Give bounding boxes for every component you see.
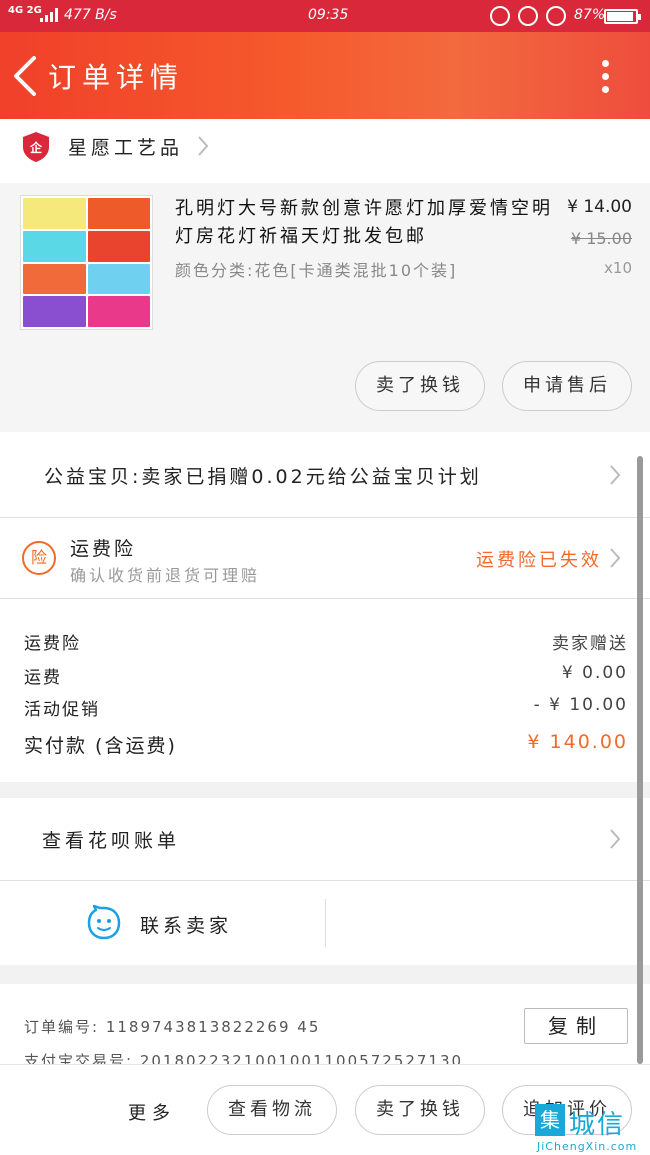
alipay-trade-number: 支付宝交易号: 2018022321001001100572527130: [24, 1052, 464, 1064]
battery-icon: [604, 9, 641, 24]
after-sale-button[interactable]: 申请售后: [502, 361, 632, 411]
insurance-icon: 险: [22, 541, 56, 575]
insurance-status: 运费险已失效: [476, 550, 602, 571]
chevron-right-icon: [610, 829, 621, 849]
watermark-chars: 城信: [569, 1110, 626, 1140]
fee-label: 运费: [24, 668, 62, 688]
shop-name: 星愿工艺品: [68, 137, 184, 159]
huabei-bill-row[interactable]: 查看花呗账单: [0, 798, 650, 880]
charity-text: 公益宝贝:卖家已捐赠0.02元给公益宝贝计划: [44, 466, 482, 488]
insurance-title: 运费险: [70, 538, 137, 560]
product-spec: 颜色分类:花色[卡通类混批10个装]: [175, 261, 458, 280]
total-label: 实付款 (含运费): [24, 735, 177, 757]
network-speed: 477 B/s: [64, 7, 117, 23]
fee-row: 活动促销 - ¥ 10.00: [24, 695, 628, 720]
status-bar: 4G 2G 477 B/s 09:35 87%: [0, 0, 650, 32]
fee-label: 活动促销: [24, 700, 100, 720]
more-menu-icon[interactable]: [596, 56, 616, 98]
product-original-price: ¥ 15.00: [570, 229, 632, 248]
fee-value: ¥ 0.00: [561, 663, 628, 683]
product-thumbnail[interactable]: [20, 195, 153, 330]
app-header: 订单详情: [0, 32, 650, 119]
chevron-right-icon: [198, 136, 209, 156]
fee-summary: 运费险 卖家赠送 运费 ¥ 0.00 活动促销 - ¥ 10.00 实付款 (含…: [0, 599, 650, 782]
huabei-bill-label: 查看花呗账单: [42, 830, 181, 852]
insurance-subtitle: 确认收货前退货可理赔: [70, 566, 261, 585]
divider: [325, 899, 326, 947]
order-info: 订单编号: 1189743813822269 45 支付宝交易号: 201802…: [0, 984, 650, 1064]
product-price: ¥ 14.00: [567, 197, 632, 217]
copy-button[interactable]: 复制: [524, 1008, 628, 1044]
fee-row: 运费 ¥ 0.00: [24, 663, 628, 688]
watermark-block: 集: [535, 1104, 565, 1136]
more-button[interactable]: 更多: [128, 1099, 176, 1125]
sell-item-button[interactable]: 卖了换钱: [355, 1085, 485, 1135]
order-number: 订单编号: 1189743813822269 45: [24, 1018, 321, 1036]
view-logistics-button[interactable]: 查看物流: [207, 1085, 337, 1135]
shop-row[interactable]: 企 星愿工艺品: [0, 119, 650, 183]
sell-item-button[interactable]: 卖了换钱: [355, 361, 485, 411]
clock: 09:35: [308, 7, 349, 23]
battery-percent: 87%: [574, 7, 606, 23]
fee-value: - ¥ 10.00: [533, 695, 628, 715]
rotation-lock-icon: [518, 6, 538, 26]
back-arrow-icon[interactable]: [12, 56, 38, 96]
contact-seller-row: 联系卖家: [0, 881, 650, 965]
status-icons: [490, 6, 566, 26]
total-value: ¥ 140.00: [527, 731, 628, 753]
signal-icon: [40, 8, 58, 22]
shipping-insurance-row[interactable]: 险 运费险 确认收货前退货可理赔 运费险已失效: [0, 518, 650, 598]
chevron-right-icon: [610, 465, 621, 485]
product-quantity: x10: [604, 259, 632, 277]
fee-label: 运费险: [24, 634, 81, 654]
svg-text:企: 企: [29, 140, 43, 155]
network-indicator: 4G 2G: [8, 5, 42, 16]
chat-bubble-face-icon[interactable]: [86, 905, 122, 941]
total-row: 实付款 (含运费) ¥ 140.00: [24, 731, 628, 758]
fee-value: 卖家赠送: [552, 634, 628, 654]
scrollbar[interactable]: [637, 456, 643, 1064]
enterprise-shop-icon: 企: [23, 132, 49, 162]
product-card: 孔明灯大号新款创意许愿灯加厚爱情空明灯房花灯祈福天灯批发包邮 颜色分类:花色[卡…: [0, 183, 650, 432]
watermark-domain: JiChengXin.com: [537, 1140, 638, 1153]
chevron-right-icon: [610, 548, 621, 568]
contact-seller-button[interactable]: 联系卖家: [140, 911, 232, 938]
vibrate-icon: [490, 6, 510, 26]
page-title: 订单详情: [48, 61, 185, 94]
fee-row: 运费险 卖家赠送: [24, 629, 628, 654]
product-title[interactable]: 孔明灯大号新款创意许愿灯加厚爱情空明灯房花灯祈福天灯批发包邮: [175, 195, 555, 251]
charity-row[interactable]: 公益宝贝:卖家已捐赠0.02元给公益宝贝计划: [0, 432, 650, 517]
site-watermark: 集 城信 JiChengXin.com: [535, 1100, 647, 1154]
sync-icon: [546, 6, 566, 26]
